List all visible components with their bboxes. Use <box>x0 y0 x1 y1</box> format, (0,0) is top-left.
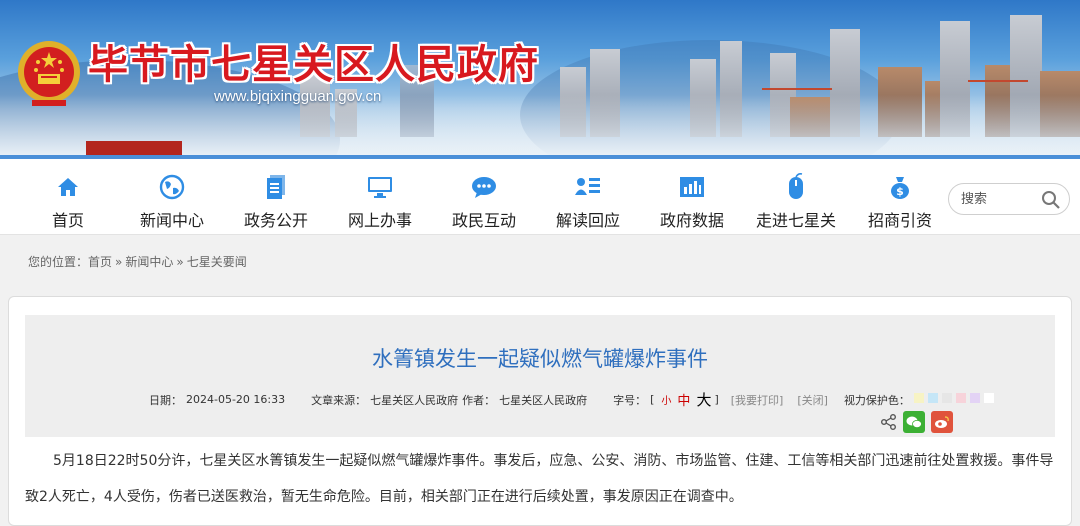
nav-item-label: 网上办事 <box>347 211 412 230</box>
article-author: 七星关区人民政府 <box>499 393 588 407</box>
breadcrumb-separator: » <box>115 255 123 269</box>
nav-item-interpretation[interactable]: 解读回应 <box>536 173 640 231</box>
breadcrumb-separator: » <box>176 255 184 269</box>
breadcrumb-home[interactable]: 首页 <box>88 255 112 269</box>
nav-item-online-service[interactable]: 网上办事 <box>328 173 432 231</box>
eye-protect-swatch[interactable] <box>927 393 938 403</box>
eye-protect-swatch[interactable] <box>969 393 980 403</box>
wechat-share-button[interactable] <box>903 411 925 433</box>
breadcrumb: 您的位置：首页» 新闻中心» 七星关要闻 <box>0 235 1080 293</box>
eye-protect-swatches <box>913 393 998 406</box>
article-body: 5月18日22时50分许，七星关区水箐镇发生一起疑似燃气罐爆炸事件。事发后，应急… <box>25 453 1054 505</box>
monitor-icon <box>368 177 392 198</box>
nav-item-label: 招商引资 <box>867 211 932 230</box>
nav-item-label: 政府数据 <box>659 211 724 230</box>
banner-roof <box>86 141 182 155</box>
search-input[interactable] <box>949 184 1035 214</box>
nav-item-label: 政务公开 <box>243 211 308 230</box>
header-banner: 毕节市七星关区人民政府 www.bjqixingguan.gov.cn <box>0 0 1080 155</box>
money-bag-icon: $ <box>891 177 909 199</box>
search-box <box>948 183 1070 215</box>
article-date: 2024-05-20 16:33 <box>186 393 286 406</box>
site-url: www.bjqixingguan.gov.cn <box>214 88 382 105</box>
eye-protect-swatch[interactable] <box>955 393 966 403</box>
nav-item-label: 新闻中心 <box>139 211 204 230</box>
breadcrumb-news[interactable]: 新闻中心 <box>125 255 173 269</box>
nav-item-label: 走进七星关 <box>755 211 836 230</box>
banner-crane <box>762 88 832 90</box>
nav-item-label: 解读回应 <box>555 211 620 230</box>
nav-item-label: 政民互动 <box>451 211 516 230</box>
share-bar <box>881 411 953 433</box>
search-icon[interactable] <box>1041 190 1061 210</box>
main-nav: 首页 新闻中心 政务公开 网上办事 政民互动 解读回应 政府数据 走进七星关 $… <box>0 155 1080 235</box>
close-button[interactable]: [关闭] <box>797 392 828 408</box>
date-label: 日期： <box>149 393 182 407</box>
nav-item-interaction[interactable]: 政民互动 <box>432 173 536 231</box>
bracket: [ <box>650 393 655 406</box>
nav-item-about[interactable]: 走进七星关 <box>744 173 848 231</box>
nav-item-home[interactable]: 首页 <box>16 173 120 231</box>
article-card: 水箐镇发生一起疑似燃气罐爆炸事件 日期： 2024-05-20 16:33 文章… <box>8 296 1072 526</box>
source-label: 文章来源： <box>311 393 367 407</box>
user-list-icon <box>575 178 600 195</box>
font-size-label: 字号： <box>613 393 647 407</box>
nav-item-gov-data[interactable]: 政府数据 <box>640 173 744 231</box>
font-medium-button[interactable]: 中 <box>677 390 690 409</box>
document-icon <box>267 175 285 199</box>
eye-protect-swatch[interactable] <box>983 393 994 403</box>
article-source: 七星关区人民政府 <box>370 393 459 407</box>
breadcrumb-prefix: 您的位置： <box>28 255 89 269</box>
print-button[interactable]: [我要打印] <box>731 392 784 408</box>
home-icon <box>58 178 78 196</box>
article-meta: 日期： 2024-05-20 16:33 文章来源： 七星关区人民政府 作者： … <box>149 389 1002 410</box>
share-icon[interactable] <box>881 414 897 430</box>
article-title: 水箐镇发生一起疑似燃气罐爆炸事件 <box>372 347 708 371</box>
bracket: ] <box>714 393 719 406</box>
chat-icon <box>472 177 496 198</box>
nav-item-news[interactable]: 新闻中心 <box>120 173 224 231</box>
eye-protect-swatch[interactable] <box>941 393 952 403</box>
mouse-icon <box>789 173 803 199</box>
weibo-icon <box>935 416 949 428</box>
nav-item-label: 首页 <box>51 211 84 230</box>
weibo-share-button[interactable] <box>931 411 953 433</box>
globe-icon <box>159 174 185 200</box>
eye-protect-swatch[interactable] <box>913 393 924 403</box>
nav-item-investment[interactable]: $ 招商引资 <box>848 173 952 231</box>
breadcrumb-current[interactable]: 七星关要闻 <box>187 255 247 269</box>
nav-item-gov-affairs[interactable]: 政务公开 <box>224 173 328 231</box>
national-emblem-icon <box>18 41 80 106</box>
font-large-button[interactable]: 大 <box>696 389 711 410</box>
bar-chart-icon <box>680 177 704 197</box>
author-label: 作者： <box>462 393 496 407</box>
banner-crane <box>968 80 1028 82</box>
eye-protect-label: 视力保护色： <box>843 393 910 407</box>
svg-text:$: $ <box>896 185 904 198</box>
wechat-icon <box>906 416 922 428</box>
font-small-button[interactable]: 小 <box>661 392 671 407</box>
article-header: 水箐镇发生一起疑似燃气罐爆炸事件 日期： 2024-05-20 16:33 文章… <box>25 315 1055 437</box>
site-title: 毕节市七星关区人民政府 <box>88 41 539 88</box>
